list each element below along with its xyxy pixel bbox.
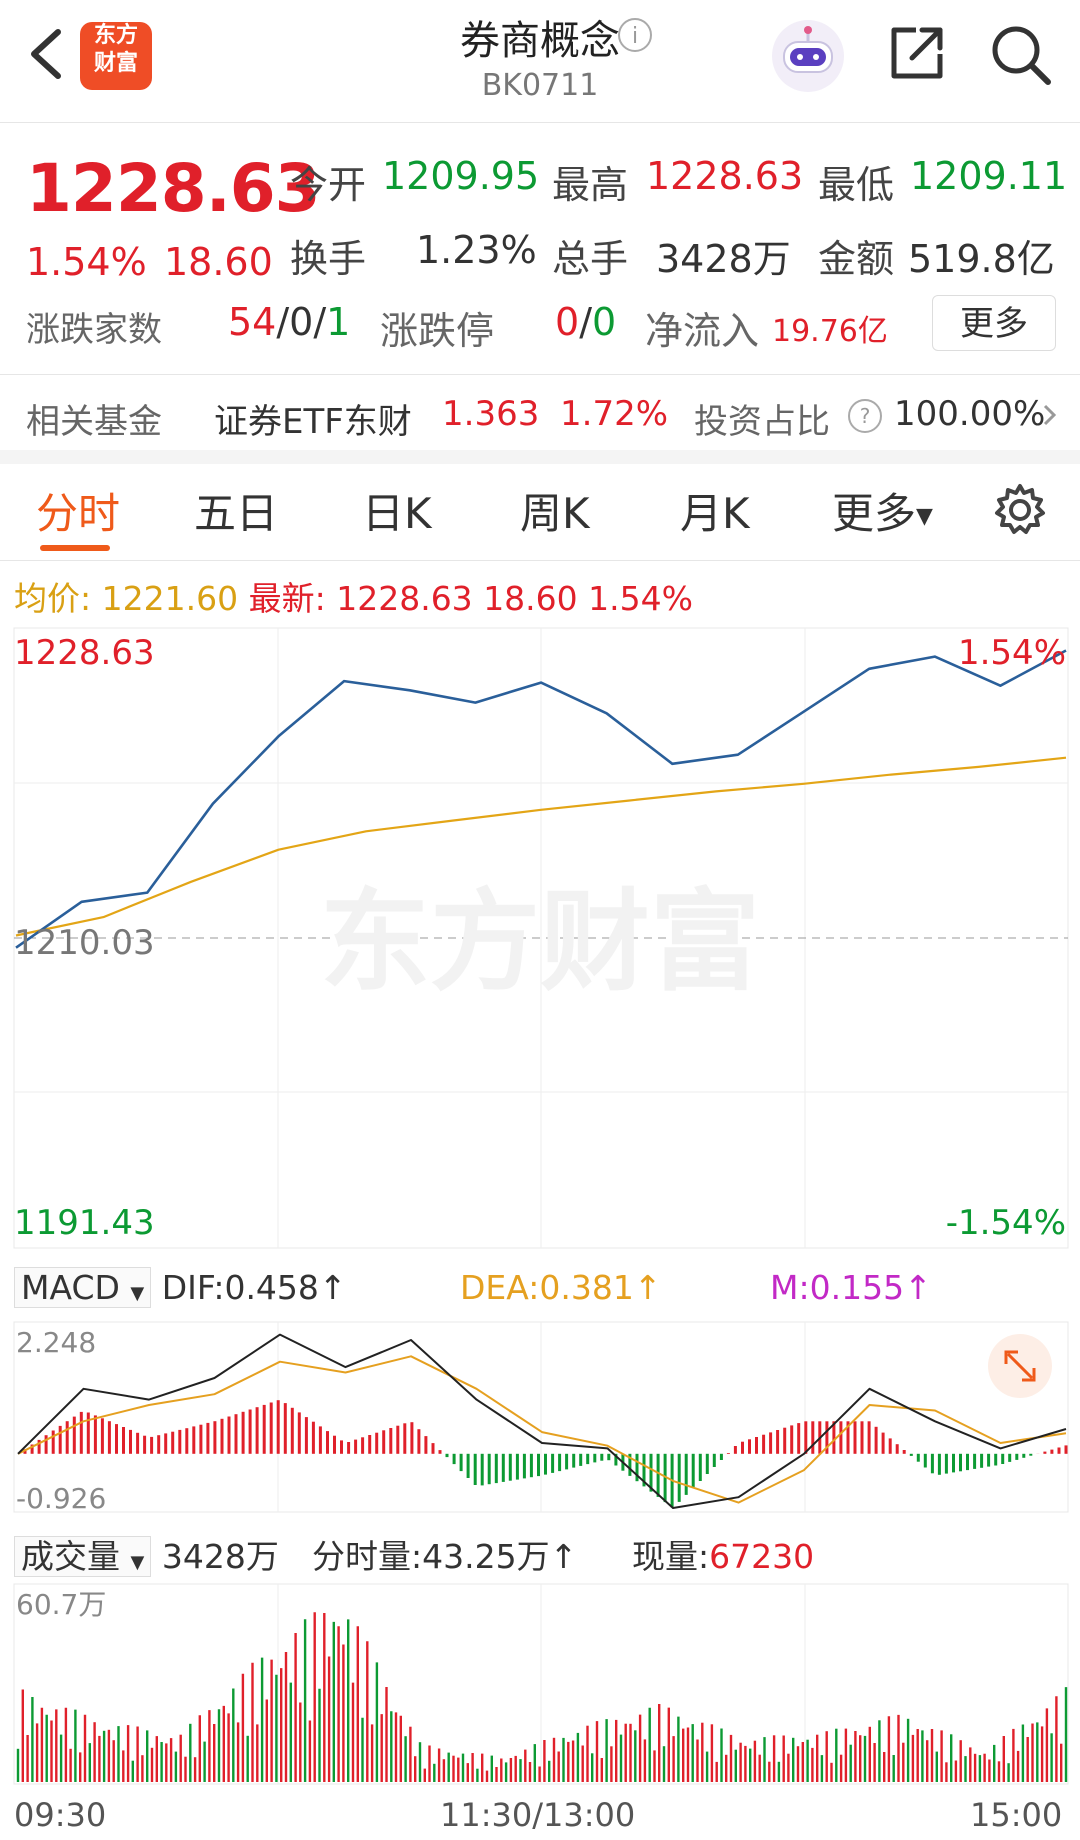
tick-volume-value: 43.25万	[422, 1537, 550, 1576]
share-icon[interactable]	[886, 22, 948, 84]
tab-more[interactable]: 更多▼	[832, 480, 933, 541]
macd-legend: MACD ▼ DIF:0.458↑	[14, 1267, 347, 1308]
fund-ratio-value: 100.00%	[894, 394, 1046, 434]
tab-monthly-k[interactable]: 月K	[680, 480, 750, 541]
limit-sep: /	[579, 300, 592, 344]
dif-value: DIF:0.458	[161, 1268, 319, 1307]
volume-chart[interactable]: 60.7万	[0, 1580, 1080, 1790]
axis-bottom-percent: -1.54%	[946, 1203, 1066, 1243]
high-label: 最高	[552, 163, 629, 207]
breadth-up: 54	[228, 300, 277, 344]
current-volume-legend: 现量:67230	[632, 1530, 814, 1578]
macd-axis-bottom: -0.926	[16, 1482, 106, 1515]
tab-daily-k[interactable]: 日K	[362, 480, 432, 541]
tab-more-label: 更多	[832, 489, 917, 538]
amount-label: 金额	[818, 237, 895, 281]
current-volume-value: 67230	[709, 1537, 815, 1576]
price-legend: 均价: 1221.60 最新: 1228.63 18.60 1.54%	[14, 572, 693, 620]
limit-values: 0/0	[555, 300, 616, 344]
fund-name: 证券ETF东财	[214, 402, 412, 442]
fund-price: 1.363	[442, 394, 540, 434]
volume-name: 成交量	[21, 1537, 120, 1576]
breadth-label: 涨跌家数	[26, 310, 162, 350]
change-percent: 1.54%	[26, 240, 147, 284]
amount-value: 519.8亿	[908, 237, 1055, 281]
volume-legend: 成交量 ▼ 3428万	[14, 1530, 279, 1578]
macd-axis-top: 2.248	[16, 1326, 96, 1359]
open-label: 今开	[290, 163, 367, 207]
fund-label: 相关基金	[26, 402, 162, 442]
up-arrow-icon: ↑	[904, 1268, 932, 1307]
up-arrow-icon: ↑	[633, 1268, 662, 1307]
tab-weekly-k[interactable]: 周K	[520, 480, 590, 541]
question-icon[interactable]: ?	[848, 399, 882, 433]
time-axis-start: 09:30	[14, 1796, 107, 1834]
tab-five-day[interactable]: 五日	[194, 480, 278, 541]
expand-icon[interactable]	[988, 1334, 1052, 1398]
tab-intraday[interactable]: 分时	[36, 480, 120, 541]
limit-up: 0	[555, 300, 580, 344]
macd-name: MACD	[21, 1268, 120, 1307]
axis-top-percent: 1.54%	[958, 633, 1066, 673]
caret-down-icon: ▼	[130, 1552, 145, 1573]
caret-down-icon: ▼	[916, 504, 933, 529]
avg-value: 1221.60	[101, 579, 239, 618]
breadth-values: 54/0/1	[228, 300, 350, 344]
dea-value: DEA:0.381	[460, 1268, 634, 1307]
m-value: M:0.155	[770, 1268, 905, 1307]
time-axis-end: 15:00	[970, 1796, 1063, 1834]
fund-ratio-label: 投资占比	[694, 402, 830, 442]
breadth-sep-2: /	[313, 300, 327, 344]
breadth-down: 1	[326, 300, 351, 344]
chevron-right-icon	[1040, 398, 1060, 436]
tick-volume-legend: 分时量:43.25万↑	[312, 1530, 577, 1578]
low-value: 1209.11	[910, 154, 1068, 198]
macd-chart[interactable]: 2.248 -0.926	[0, 1318, 1080, 1518]
volume-axis-top: 60.7万	[16, 1588, 106, 1621]
last-price: 1228.63	[26, 150, 321, 227]
fund-percent: 1.72%	[560, 394, 669, 434]
latest-label: 最新:	[248, 579, 326, 618]
breadth-flat: 0	[289, 300, 314, 344]
robot-assistant-icon[interactable]	[770, 18, 846, 94]
info-icon[interactable]: i	[618, 18, 652, 52]
time-axis-mid: 11:30/13:00	[440, 1796, 636, 1834]
up-arrow-icon: ↑	[318, 1268, 347, 1307]
watermark: 东方财富	[320, 878, 760, 1006]
volume-label: 总手	[552, 237, 629, 281]
netflow-value: 19.76亿	[772, 314, 888, 349]
tab-active-indicator	[40, 545, 110, 551]
latest-percent: 1.54%	[588, 579, 694, 618]
up-arrow-icon: ↑	[549, 1537, 578, 1576]
intraday-price-chart[interactable]: 东方财富 1228.63 1210.03 1191.43 1.54% -1.54…	[0, 620, 1080, 1260]
macd-indicator-dropdown[interactable]: MACD ▼	[14, 1267, 152, 1308]
more-button[interactable]: 更多	[932, 295, 1056, 351]
volume-value: 3428万	[656, 237, 791, 281]
axis-bottom-price: 1191.43	[14, 1203, 155, 1243]
search-icon[interactable]	[988, 22, 1054, 88]
open-value: 1209.95	[382, 154, 540, 198]
latest-value: 1228.63	[336, 579, 473, 618]
m-legend: M:0.155↑	[770, 1268, 932, 1307]
turnover-value: 1.23%	[416, 228, 537, 272]
breadth-sep-1: /	[276, 300, 290, 344]
dea-legend: DEA:0.381↑	[460, 1268, 662, 1307]
volume-indicator-dropdown[interactable]: 成交量 ▼	[14, 1536, 152, 1577]
volume-total: 3428万	[161, 1537, 279, 1576]
caret-down-icon: ▼	[130, 1283, 145, 1304]
limit-down: 0	[592, 300, 617, 344]
high-value: 1228.63	[646, 154, 804, 198]
current-volume-label: 现量:	[632, 1537, 710, 1576]
netflow-label: 净流入	[645, 309, 760, 353]
avg-label: 均价:	[14, 579, 92, 618]
limit-label: 涨跌停	[380, 309, 495, 353]
turnover-label: 换手	[290, 237, 367, 281]
gear-icon[interactable]	[990, 480, 1050, 540]
change-amount: 18.60	[164, 240, 273, 284]
low-label: 最低	[818, 163, 895, 207]
axis-mid-price: 1210.03	[14, 923, 155, 963]
tick-volume-label: 分时量:	[312, 1537, 423, 1576]
latest-change: 18.60	[483, 579, 578, 618]
axis-top-price: 1228.63	[14, 633, 155, 673]
